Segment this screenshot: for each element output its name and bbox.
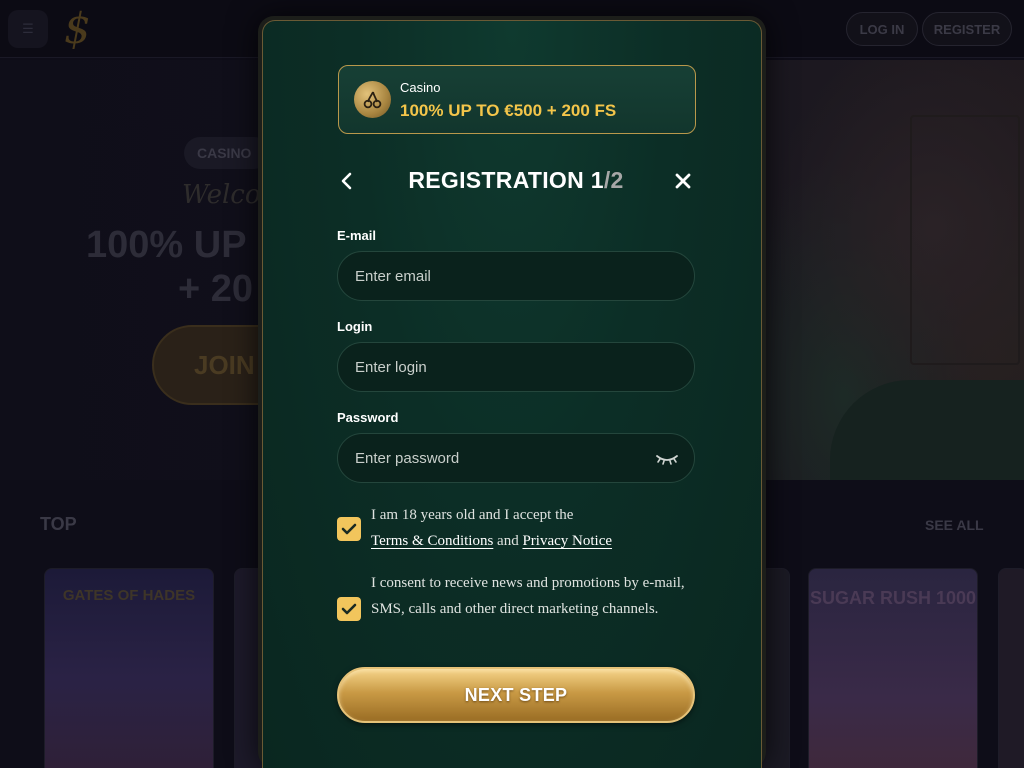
game-card[interactable]: SUGAR RUSH 1000 bbox=[808, 568, 978, 768]
password-input[interactable] bbox=[355, 449, 645, 467]
cherry-coin-icon bbox=[354, 81, 391, 118]
header-register-button[interactable]: REGISTER bbox=[922, 12, 1012, 46]
menu-search-icon[interactable]: ☰ bbox=[8, 10, 48, 48]
login-field[interactable] bbox=[337, 342, 695, 392]
hero-headline-line2: + 20 bbox=[178, 268, 254, 310]
promo-title: 100% UP TO €500 + 200 FS bbox=[400, 101, 617, 120]
registration-title: REGISTRATION 1/2 bbox=[335, 167, 697, 194]
marketing-consent-text: I consent to receive news and promotions… bbox=[371, 575, 685, 617]
promo-banner[interactable]: Casino 100% UP TO €500 + 200 FS bbox=[338, 65, 696, 134]
next-step-button[interactable]: NEXT STEP bbox=[337, 667, 695, 723]
age-consent-text: I am 18 years old and I accept the Terms… bbox=[371, 502, 701, 554]
hero-headline-line1: 100% UP bbox=[86, 224, 247, 266]
email-field[interactable] bbox=[337, 251, 695, 301]
login-label: Login bbox=[337, 319, 373, 334]
top-section-title: TOP bbox=[40, 514, 77, 534]
see-all-link[interactable]: SEE ALL bbox=[925, 517, 984, 533]
password-label: Password bbox=[337, 410, 399, 425]
registration-step-total: /2 bbox=[603, 167, 624, 193]
registration-modal: Casino 100% UP TO €500 + 200 FS REGISTRA… bbox=[258, 16, 766, 768]
privacy-link[interactable]: Privacy Notice bbox=[522, 533, 612, 549]
eye-closed-icon[interactable] bbox=[655, 450, 679, 468]
game-card[interactable]: GATES OF HADES bbox=[44, 568, 214, 768]
site-logo[interactable]: $ bbox=[64, 4, 104, 54]
registration-modal-panel: Casino 100% UP TO €500 + 200 FS REGISTRA… bbox=[262, 20, 762, 768]
registration-title-main: REGISTRATION 1 bbox=[408, 167, 604, 193]
password-field[interactable] bbox=[337, 433, 695, 483]
email-label: E-mail bbox=[337, 228, 377, 243]
game-card-title: GATES OF HADES bbox=[62, 587, 196, 604]
promo-label: Casino bbox=[400, 80, 441, 95]
email-input[interactable] bbox=[355, 267, 645, 285]
registration-header: REGISTRATION 1/2 bbox=[335, 165, 697, 199]
age-consent-and: and bbox=[497, 533, 519, 549]
game-card-title: SUGAR RUSH 1000 bbox=[809, 588, 977, 608]
marketing-consent-checkbox[interactable] bbox=[337, 597, 361, 621]
hero-picture-frame bbox=[910, 115, 1020, 365]
game-card[interactable] bbox=[998, 568, 1024, 768]
terms-link[interactable]: Terms & Conditions bbox=[371, 533, 493, 549]
age-consent-prefix: I am 18 years old and I accept the bbox=[371, 507, 574, 523]
header-login-button[interactable]: LOG IN bbox=[846, 12, 918, 46]
login-input[interactable] bbox=[355, 358, 645, 376]
close-icon[interactable] bbox=[669, 167, 697, 195]
age-consent-checkbox[interactable] bbox=[337, 517, 361, 541]
